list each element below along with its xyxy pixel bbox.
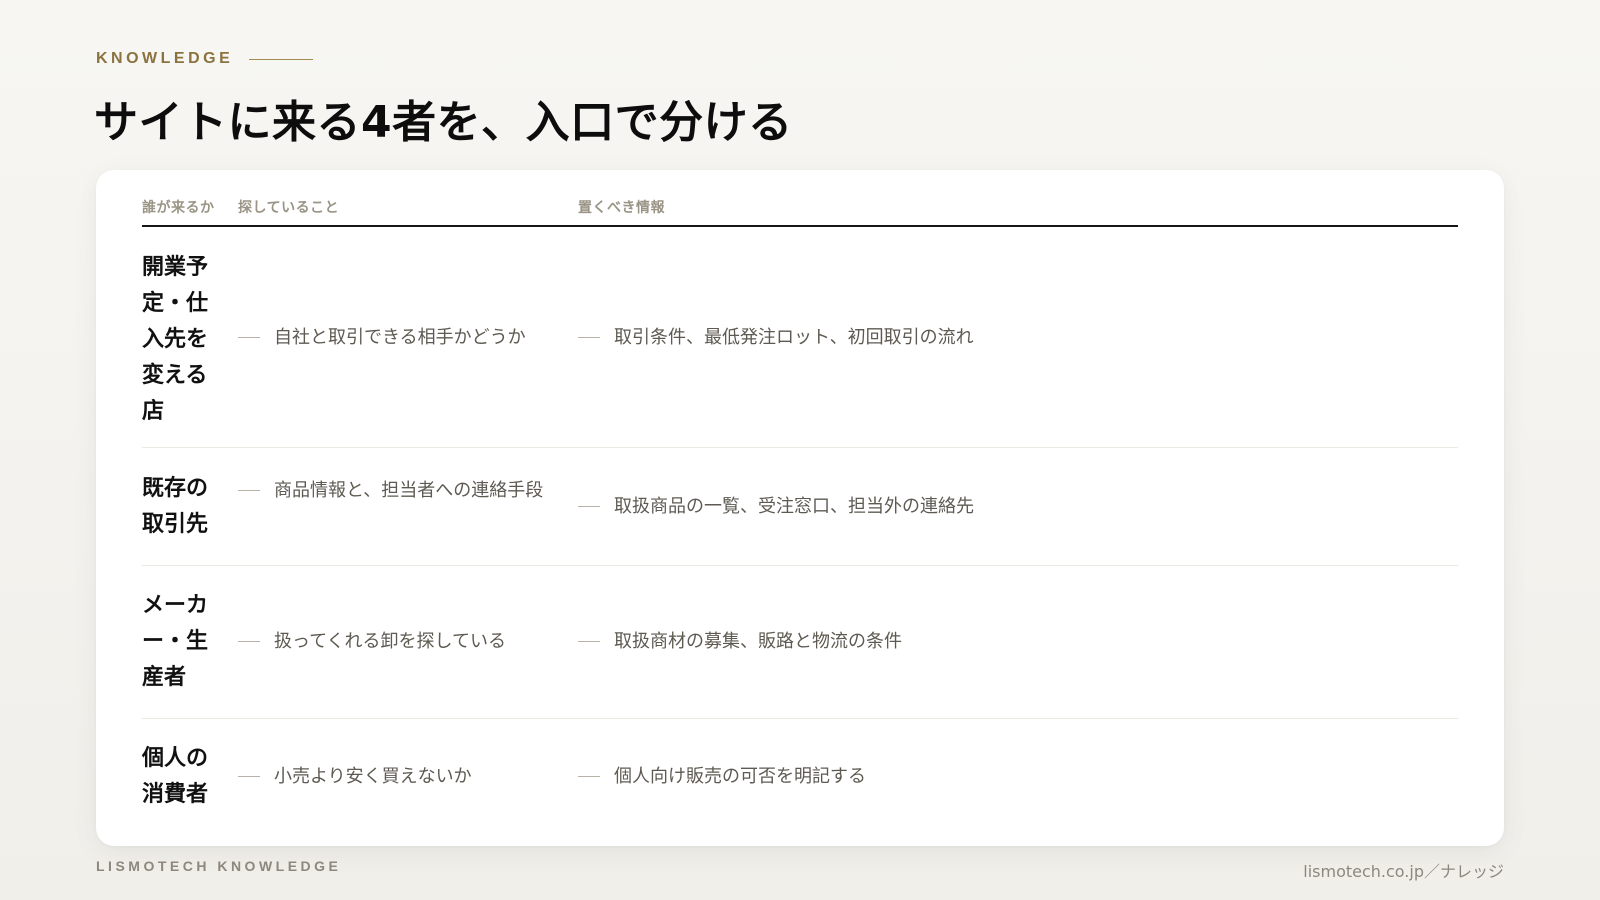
row-who: 個人の消費者 (142, 746, 209, 807)
table-row: 個人の消費者 小売より安く買えないか 個人向け販売の可否を明記する (142, 719, 1458, 839)
eyebrow-label: KNOWLEDGE (96, 50, 234, 67)
table-header: 誰が来るか 探していること 置くべき情報 (142, 170, 1458, 227)
row-seek: 自社と取引できる相手かどうか (274, 327, 526, 348)
row-seek-cell: 自社と取引できる相手かどうか (238, 322, 558, 353)
table-row: 既存の取引先 商品情報と、担当者への連絡手段 取扱商品の一覧、受注窓口、担当外の… (142, 448, 1458, 566)
eyebrow-divider (249, 58, 314, 60)
footer-brand: LISMOTECH KNOWLEDGE (96, 858, 342, 874)
header-info: 置くべき情報 (578, 200, 665, 216)
row-who: 既存の取引先 (142, 476, 209, 537)
row-seek: 扱ってくれる卸を探している (274, 631, 507, 652)
table-row: メーカー・生産者 扱ってくれる卸を探している 取扱商材の募集、販路と物流の条件 (142, 566, 1458, 719)
table-row: 開業予定・仕入先を変える店 自社と取引できる相手かどうか 取引条件、最低発注ロッ… (142, 227, 1458, 448)
page-title: サイトに来る4者を、入口で分ける (94, 97, 793, 148)
dash-icon (238, 337, 260, 338)
dash-icon (578, 776, 600, 777)
row-info-cell: 取扱商品の一覧、受注窓口、担当外の連絡先 (578, 491, 1438, 522)
footer-url[interactable]: lismotech.co.jp／ナレッジ (1303, 858, 1504, 882)
row-seek: 小売より安く買えないか (274, 766, 472, 787)
dash-icon (578, 506, 600, 507)
row-info-cell: 取引条件、最低発注ロット、初回取引の流れ (578, 322, 1438, 353)
row-seek: 商品情報と、担当者への連絡手段 (274, 480, 544, 501)
dash-icon (238, 776, 260, 777)
row-info-cell: 個人向け販売の可否を明記する (578, 761, 1438, 792)
audience-table: 誰が来るか 探していること 置くべき情報 開業予定・仕入先を変える店 自社と取引… (142, 170, 1458, 839)
row-info-cell: 取扱商材の募集、販路と物流の条件 (578, 626, 1438, 657)
row-who: 開業予定・仕入先を変える店 (142, 255, 209, 424)
row-who: メーカー・生産者 (142, 593, 209, 690)
dash-icon (238, 641, 260, 642)
dash-icon (238, 490, 260, 491)
eyebrow: KNOWLEDGE (96, 50, 314, 68)
row-info: 取扱商品の一覧、受注窓口、担当外の連絡先 (614, 496, 974, 517)
dash-icon (578, 641, 600, 642)
row-info: 取扱商材の募集、販路と物流の条件 (614, 631, 902, 652)
row-seek-cell: 商品情報と、担当者への連絡手段 (238, 475, 558, 506)
dash-icon (578, 337, 600, 338)
row-info: 個人向け販売の可否を明記する (614, 766, 866, 787)
row-info: 取引条件、最低発注ロット、初回取引の流れ (614, 327, 974, 348)
row-seek-cell: 扱ってくれる卸を探している (238, 626, 558, 657)
row-seek-cell: 小売より安く買えないか (238, 761, 558, 792)
header-who: 誰が来るか (142, 200, 215, 216)
content-card: 誰が来るか 探していること 置くべき情報 開業予定・仕入先を変える店 自社と取引… (96, 170, 1504, 846)
header-seek: 探していること (238, 200, 340, 216)
